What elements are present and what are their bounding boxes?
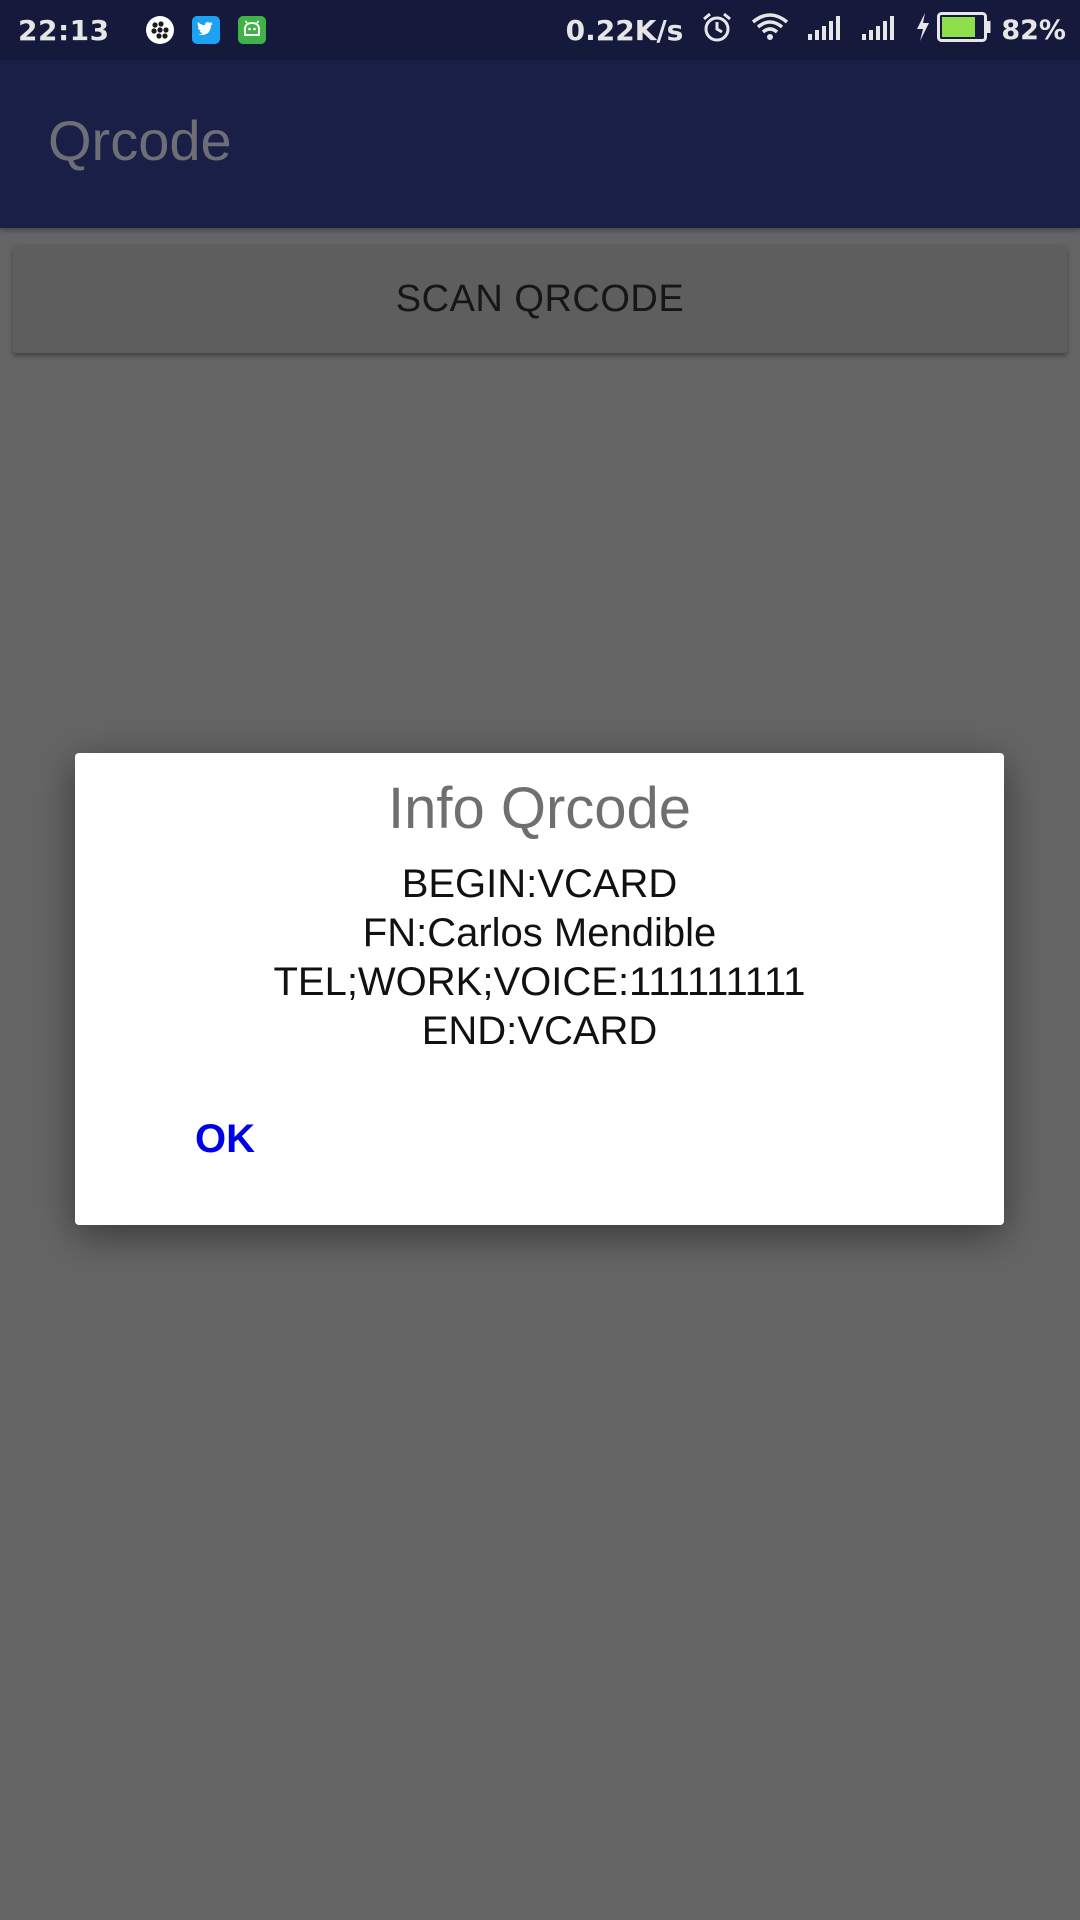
info-dialog: Info Qrcode BEGIN:VCARD FN:Carlos Mendib…: [75, 753, 1004, 1225]
app-title: Qrcode: [48, 109, 232, 172]
ok-button[interactable]: OK: [195, 1117, 255, 1162]
battery-percent: 82%: [1001, 14, 1066, 46]
net-speed: 0.22K/s: [565, 13, 684, 47]
status-bar: 22:13 0.22K/s 82%: [0, 0, 1080, 60]
android-app-icon: [237, 16, 266, 44]
battery-icon: [937, 11, 991, 49]
wifi-icon: [751, 12, 789, 49]
dialog-message-line: END:VCARD: [421, 1009, 658, 1053]
dialog-title: Info Qrcode: [387, 776, 692, 841]
charging-icon: [915, 12, 931, 49]
scan-qrcode-button[interactable]: SCAN QRCODE: [13, 245, 1067, 353]
dialog-message: BEGIN:VCARD FN:Carlos Mendible TEL;WORK;…: [75, 860, 1004, 1056]
bbm-icon: [145, 16, 174, 44]
notification-icons: [128, 16, 266, 44]
twitter-icon: [191, 16, 220, 44]
status-time: 22:13: [18, 13, 110, 47]
app-bar: Qrcode: [0, 60, 1080, 228]
signal-icon: [807, 14, 843, 47]
signal-icon: [861, 14, 897, 47]
dialog-message-line: BEGIN:VCARD: [401, 862, 678, 906]
dialog-message-line: FN:Carlos Mendible: [362, 911, 717, 955]
status-right: 0.22K/s 82%: [566, 0, 1066, 60]
alarm-icon: [701, 11, 733, 50]
dialog-message-line: TEL;WORK;VOICE:111111111: [273, 960, 806, 1004]
